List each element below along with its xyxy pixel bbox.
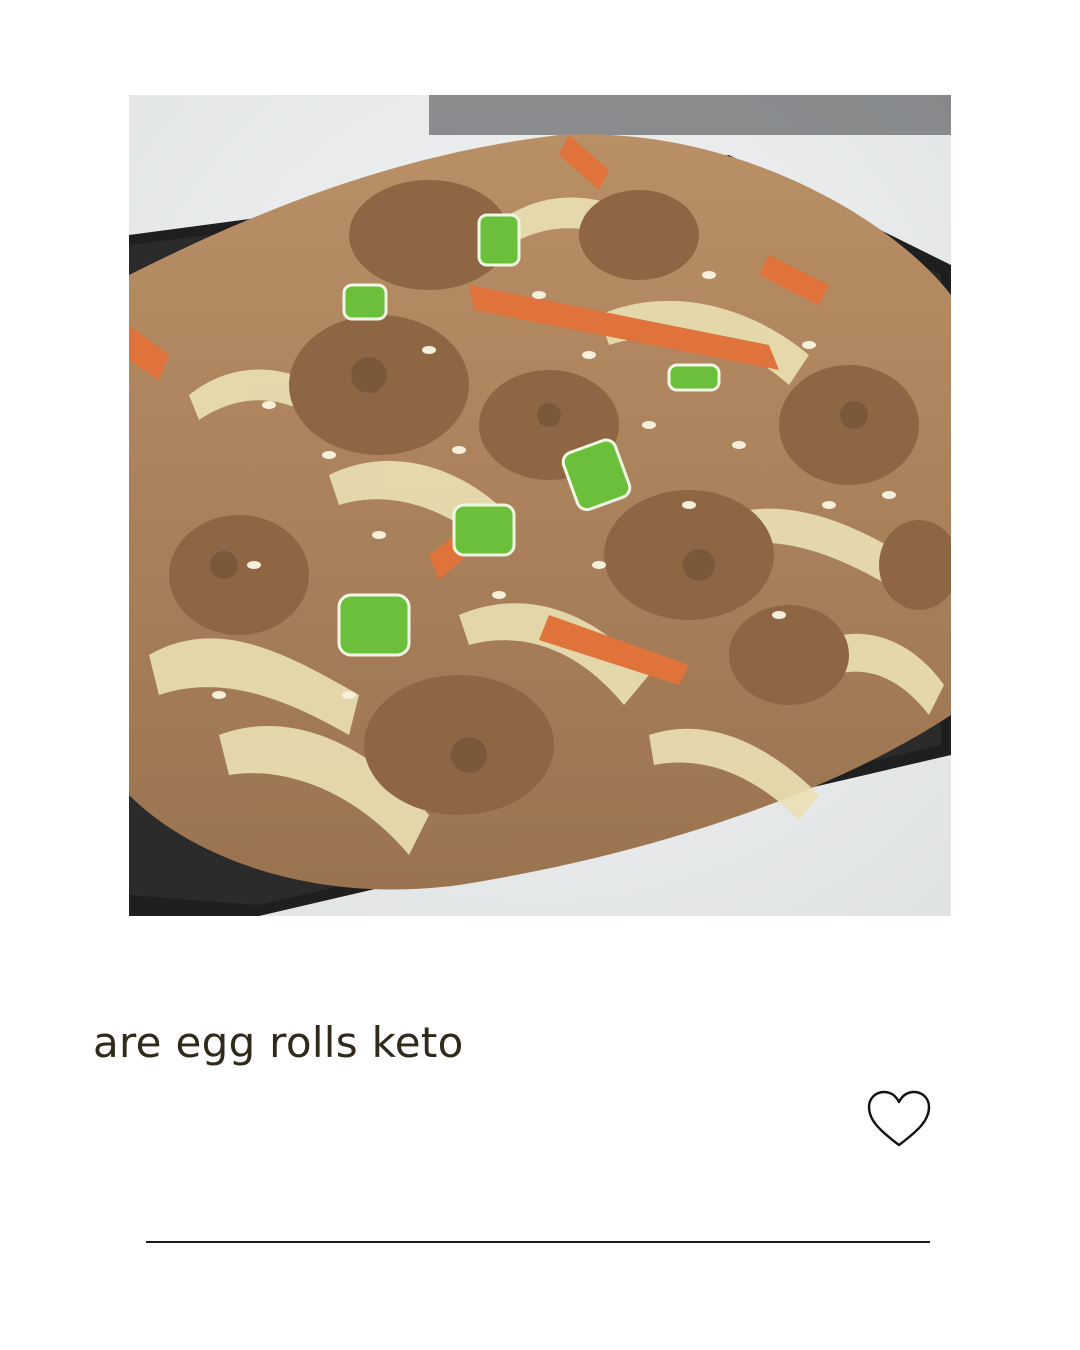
food-photo [129, 95, 951, 916]
like-button[interactable] [865, 1088, 933, 1150]
divider-line [146, 1241, 930, 1243]
post-caption: are egg rolls keto [93, 1018, 464, 1067]
heart-icon [867, 1090, 931, 1147]
